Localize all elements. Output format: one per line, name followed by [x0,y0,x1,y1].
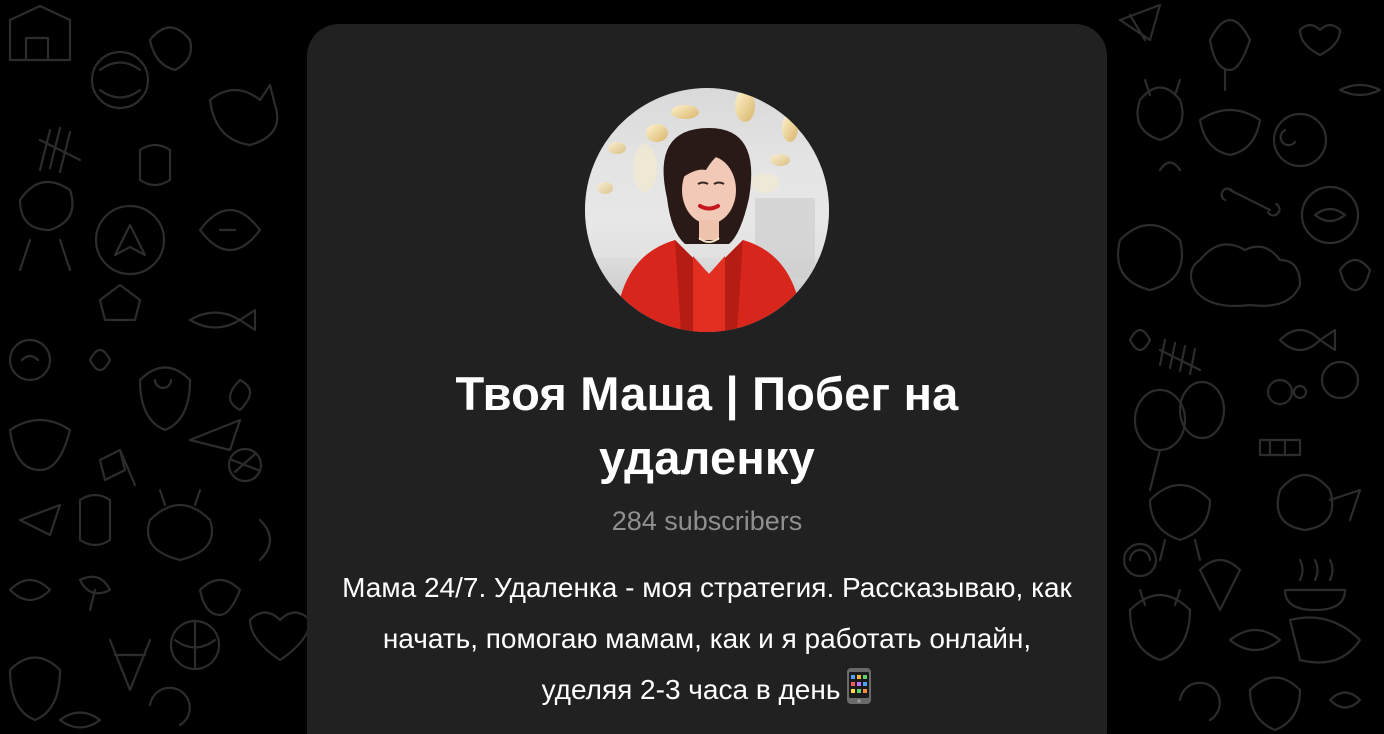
channel-description: Мама 24/7. Удаленка - моя стратегия. Рас… [337,562,1077,721]
channel-title: Твоя Маша | Побег на удаленку [455,367,959,484]
channel-description-text: Мама 24/7. Удаленка - моя стратегия. Рас… [342,572,1072,705]
channel-info-card: Твоя Маша | Побег на удаленку 284 subscr… [307,24,1107,734]
channel-avatar[interactable] [585,88,829,332]
avatar-photo [585,88,829,332]
subscriber-count: 284 subscribers [611,506,803,536]
mobile-phone-icon [846,667,872,721]
